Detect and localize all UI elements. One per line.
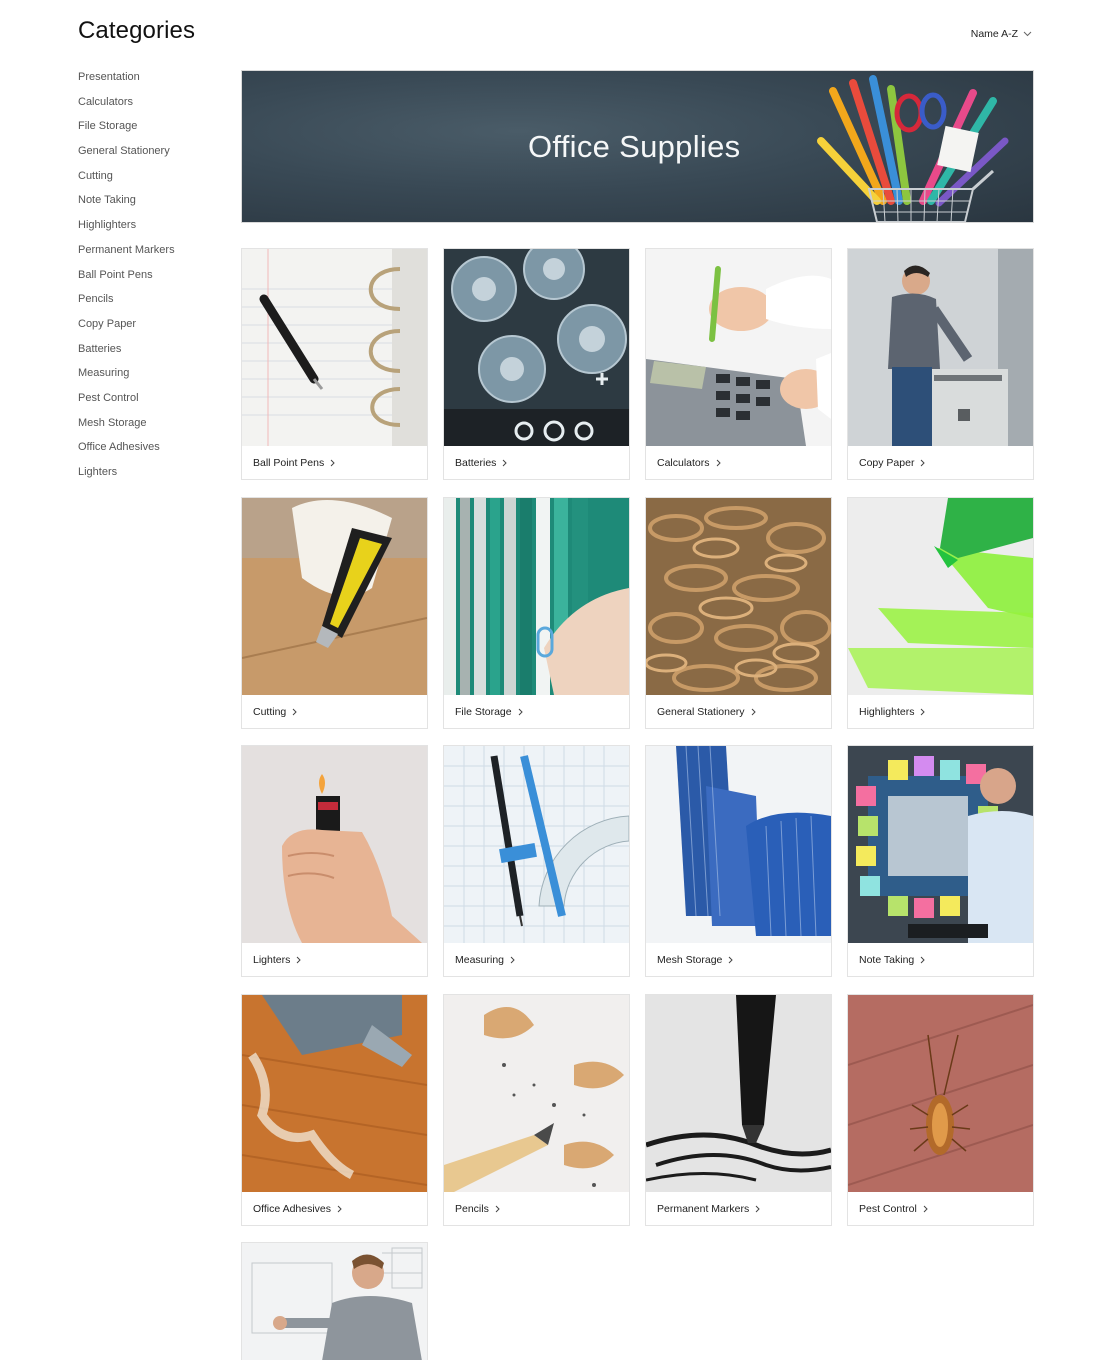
category-card-label: Highlighters [859, 706, 926, 718]
category-card-label: Pencils [455, 1203, 500, 1215]
category-card-ball-point-pens[interactable]: Ball Point Pens [241, 248, 428, 480]
category-card-cutting[interactable]: Cutting [241, 497, 428, 729]
calculator-photo [646, 249, 831, 446]
chevron-right-icon [921, 708, 926, 716]
category-card-label: Permanent Markers [657, 1203, 760, 1215]
sidebar-item-mesh-storage[interactable]: Mesh Storage [78, 416, 228, 441]
sidebar-item-general-stationery[interactable]: General Stationery [78, 144, 228, 169]
category-card-measuring[interactable]: Measuring [443, 745, 630, 977]
category-card-label: Cutting [253, 706, 297, 718]
chevron-right-icon [510, 956, 515, 964]
category-card-label: Ball Point Pens [253, 457, 335, 469]
sidebar-item-pest-control[interactable]: Pest Control [78, 391, 228, 416]
category-card-label: Mesh Storage [657, 954, 734, 966]
box-cutter-photo [242, 498, 427, 695]
chevron-right-icon [518, 708, 523, 716]
chevron-right-icon [751, 708, 756, 716]
sticky-notes-photo [848, 746, 1033, 943]
category-card-pencils[interactable]: Pencils [443, 994, 630, 1226]
stationery-basket-image [817, 75, 1009, 222]
category-banner: Office Supplies [241, 70, 1034, 223]
rubber-bands-photo [646, 498, 831, 695]
sidebar-item-presentation[interactable]: Presentation [78, 70, 228, 95]
chevron-right-icon [292, 708, 297, 716]
highlighter-photo [848, 498, 1033, 695]
sidebar-item-file-storage[interactable]: File Storage [78, 119, 228, 144]
chevron-right-icon [716, 459, 721, 467]
category-card-note-taking[interactable]: Note Taking [847, 745, 1034, 977]
chevron-right-icon [330, 459, 335, 467]
sidebar-item-permanent-markers[interactable]: Permanent Markers [78, 243, 228, 268]
chevron-right-icon [495, 1205, 500, 1213]
category-card-label: Batteries [455, 457, 508, 469]
sort-label: Name A-Z [970, 28, 1018, 40]
chevron-right-icon [920, 956, 925, 964]
ball-point-pen-photo [242, 249, 427, 446]
chevron-down-icon [1023, 31, 1032, 37]
sort-dropdown[interactable]: Name A-Z [971, 28, 1032, 40]
category-card-office-adhesives[interactable]: Office Adhesives [241, 994, 428, 1226]
category-card-pest-control[interactable]: Pest Control [847, 994, 1034, 1226]
sidebar-item-ball-point-pens[interactable]: Ball Point Pens [78, 268, 228, 293]
category-card-label: Calculators [657, 457, 721, 469]
category-card-label: Office Adhesives [253, 1203, 342, 1215]
file-folders-photo [444, 498, 629, 695]
cockroach-photo [848, 995, 1033, 1192]
category-card-presentation[interactable] [241, 1242, 428, 1360]
glue-gun-photo [242, 995, 427, 1192]
mesh-file-holder-photo [646, 746, 831, 943]
chevron-right-icon [755, 1205, 760, 1213]
category-sidebar: Presentation Calculators File Storage Ge… [78, 70, 228, 490]
sidebar-item-highlighters[interactable]: Highlighters [78, 218, 228, 243]
lighter-photo [242, 746, 427, 943]
category-card-copy-paper[interactable]: Copy Paper [847, 248, 1034, 480]
category-card-highlighters[interactable]: Highlighters [847, 497, 1034, 729]
sidebar-item-pencils[interactable]: Pencils [78, 292, 228, 317]
sidebar-item-calculators[interactable]: Calculators [78, 95, 228, 120]
sidebar-item-lighters[interactable]: Lighters [78, 465, 228, 490]
presentation-whiteboard-photo [242, 1243, 427, 1360]
category-card-label: Measuring [455, 954, 515, 966]
banner-title: Office Supplies [528, 129, 741, 164]
page-title: Categories [78, 17, 196, 44]
category-card-calculators[interactable]: Calculators [645, 248, 832, 480]
chevron-right-icon [337, 1205, 342, 1213]
chevron-right-icon [923, 1205, 928, 1213]
chevron-right-icon [297, 956, 302, 964]
chevron-right-icon [729, 956, 734, 964]
category-card-mesh-storage[interactable]: Mesh Storage [645, 745, 832, 977]
category-card-label: File Storage [455, 706, 523, 718]
category-card-lighters[interactable]: Lighters [241, 745, 428, 977]
batteries-photo [444, 249, 629, 446]
chevron-right-icon [921, 459, 926, 467]
category-card-batteries[interactable]: Batteries [443, 248, 630, 480]
category-card-file-storage[interactable]: File Storage [443, 497, 630, 729]
sidebar-item-batteries[interactable]: Batteries [78, 342, 228, 367]
chevron-right-icon [503, 459, 508, 467]
category-card-label: General Stationery [657, 706, 756, 718]
sidebar-item-copy-paper[interactable]: Copy Paper [78, 317, 228, 342]
category-card-label: Lighters [253, 954, 302, 966]
sidebar-item-cutting[interactable]: Cutting [78, 169, 228, 194]
sidebar-item-office-adhesives[interactable]: Office Adhesives [78, 440, 228, 465]
copier-photo [848, 249, 1033, 446]
category-card-label: Note Taking [859, 954, 925, 966]
category-card-general-stationery[interactable]: General Stationery [645, 497, 832, 729]
marker-photo [646, 995, 831, 1192]
sidebar-item-note-taking[interactable]: Note Taking [78, 193, 228, 218]
category-card-permanent-markers[interactable]: Permanent Markers [645, 994, 832, 1226]
compass-protractor-photo [444, 746, 629, 943]
category-card-label: Pest Control [859, 1203, 928, 1215]
category-card-label: Copy Paper [859, 457, 926, 469]
pencil-shavings-photo [444, 995, 629, 1192]
sidebar-item-measuring[interactable]: Measuring [78, 366, 228, 391]
